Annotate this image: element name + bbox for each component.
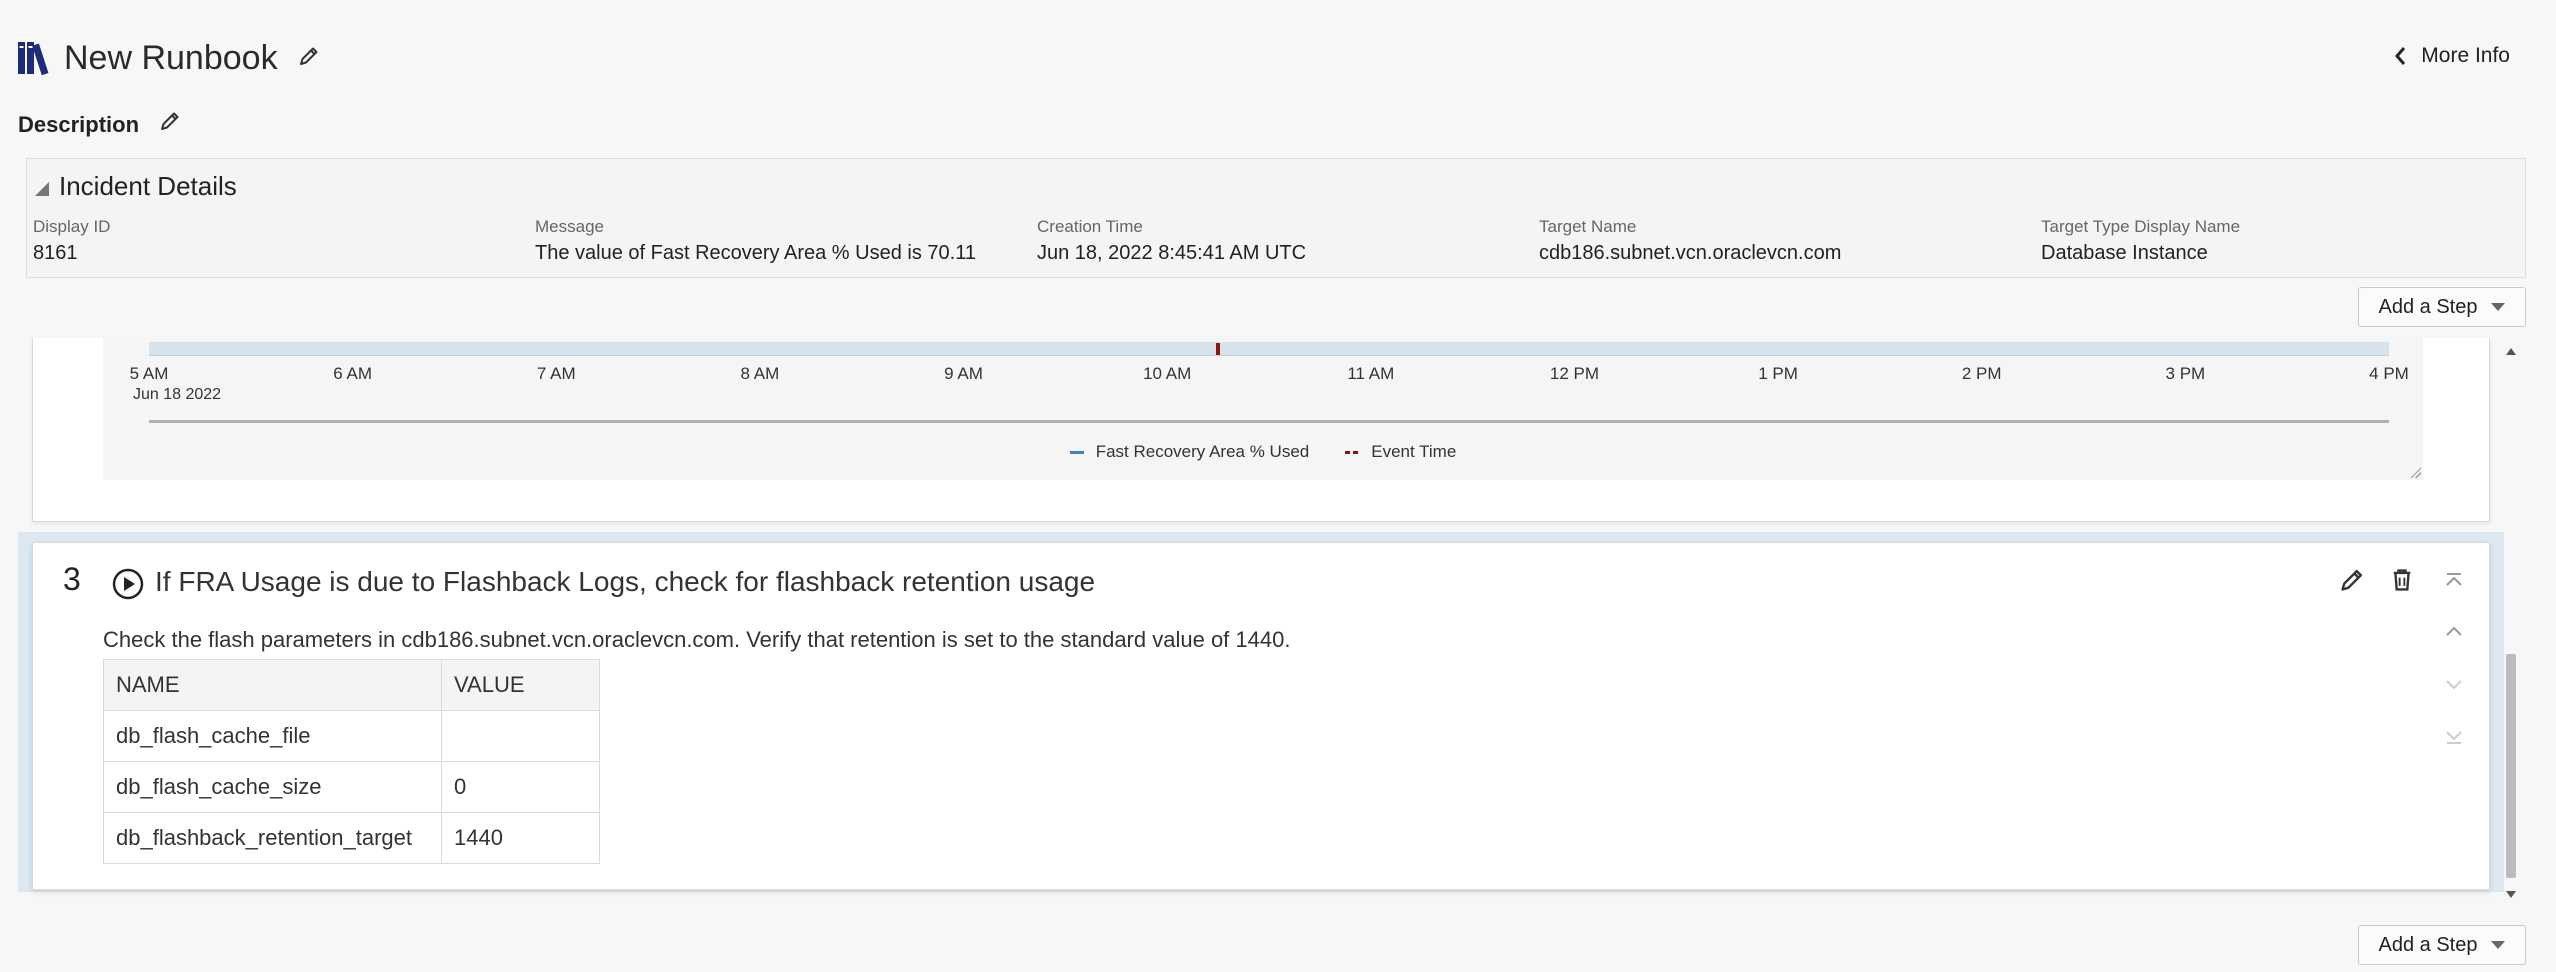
field-label: Target Type Display Name [2041, 217, 2241, 236]
field-label: Display ID [33, 217, 111, 236]
parameters-table: NAME VALUE db_flash_cache_file db_flash_… [103, 659, 600, 864]
chevron-left-icon [2395, 47, 2406, 65]
column-header-name[interactable]: NAME [103, 659, 442, 711]
step-title: If FRA Usage is due to Flashback Logs, c… [155, 566, 1096, 597]
x-tick-label: 8 AM [740, 364, 780, 383]
step-title-row: If FRA Usage is due to Flashback Logs, c… [111, 563, 1095, 601]
caret-down-icon [2491, 941, 2506, 949]
field-label: Target Name [1539, 217, 1637, 236]
event-time-marker [1216, 343, 1221, 355]
legend-label: Event Time [1371, 442, 1457, 461]
vertical-scrollbar[interactable] [2502, 338, 2520, 904]
play-circle-icon[interactable] [111, 567, 145, 601]
x-tick-label: 6 AM [333, 364, 372, 383]
field-label: Message [535, 217, 604, 236]
legend-line-swatch [1069, 450, 1084, 454]
more-info-label: More Info [2421, 44, 2510, 67]
cell-value: 1440 [441, 812, 600, 864]
table-header-row: NAME VALUE [103, 659, 600, 711]
step-card-3[interactable]: 3 If FRA Usage is due to Flashback Logs,… [32, 542, 2490, 890]
field-value: Jun 18, 2022 8:45:41 AM UTC [1037, 242, 1307, 264]
add-step-button[interactable]: Add a Step [2358, 287, 2526, 327]
fra-usage-chart: 5 AM 6 AM 7 AM 8 AM 9 AM 10 AM 11 AM 12 PM 1 PM 2… [103, 338, 2423, 480]
legend-item-event-time[interactable]: Event Time [1345, 442, 1456, 462]
step-actions [2315, 567, 2415, 593]
incident-details-panel: Incident Details Display ID 8161 Message… [26, 158, 2526, 278]
legend-label: Fast Recovery Area % Used [1095, 442, 1310, 461]
chevron-down-icon[interactable] [2441, 671, 2467, 697]
incident-field-display-id: Display ID 8161 [33, 217, 110, 265]
pencil-icon[interactable] [159, 110, 181, 132]
caret-down-icon [2491, 303, 2506, 311]
step-card-2: 5 AM 6 AM 7 AM 8 AM 9 AM 10 AM 11 AM 12 PM 1 PM 2… [32, 338, 2490, 522]
incident-field-target-name: Target Name cdb186.subnet.vcn.oraclevcn.… [1539, 217, 1841, 265]
column-header-value[interactable]: VALUE [441, 659, 600, 711]
x-tick-label: 1 PM [1758, 364, 1798, 383]
legend-item-fra-used[interactable]: Fast Recovery Area % Used [1069, 442, 1310, 462]
incident-field-target-type: Target Type Display Name Database Instan… [2041, 217, 2240, 265]
steps-scroll-panel[interactable]: 5 AM 6 AM 7 AM 8 AM 9 AM 10 AM 11 AM 12 PM 1 PM 2… [18, 338, 2504, 904]
chart-legend: Fast Recovery Area % Used Event Time [103, 442, 2423, 462]
x-tick-label: 10 AM [1143, 364, 1192, 383]
cell-value [441, 710, 600, 762]
scroll-down-arrow-icon[interactable] [2506, 891, 2516, 898]
cell-name: db_flash_cache_file [103, 710, 442, 762]
incident-details-title: Incident Details [59, 171, 237, 201]
resize-grip-icon[interactable] [2409, 466, 2421, 478]
pencil-icon[interactable] [298, 45, 320, 67]
incident-field-message: Message The value of Fast Recovery Area … [535, 217, 976, 265]
table-row: db_flash_cache_size 0 [103, 761, 600, 813]
x-tick-label: 7 AM [536, 364, 576, 383]
add-step-label: Add a Step [2378, 295, 2478, 318]
x-tick-label: 5 AM [129, 364, 169, 383]
step-number: 3 [63, 561, 81, 597]
chevron-up-icon[interactable] [2441, 619, 2467, 645]
table-row: db_flash_cache_file [103, 710, 600, 762]
x-tick-label: 2 PM [1961, 364, 2002, 383]
collapse-triangle-icon [35, 181, 49, 196]
x-tick-label: 12 PM [1549, 364, 1600, 383]
description-row: Description [18, 112, 181, 138]
cell-name: db_flash_cache_size [103, 761, 442, 813]
field-value: 8161 [33, 242, 78, 264]
chart-date-label: Jun 18 2022 [133, 386, 222, 403]
legend-dash-swatch [1345, 450, 1360, 454]
page-title: New Runbook [64, 38, 278, 77]
pencil-icon[interactable] [2339, 567, 2365, 593]
table-row: db_flashback_retention_target 1440 [103, 812, 600, 864]
scroll-thumb[interactable] [2506, 654, 2516, 878]
chart-axis-line [149, 420, 2389, 423]
scroll-up-arrow-icon[interactable] [2506, 348, 2516, 355]
field-value: The value of Fast Recovery Area % Used i… [535, 242, 976, 264]
field-label: Creation Time [1037, 217, 1143, 236]
field-value: cdb186.subnet.vcn.oraclevcn.com [1539, 242, 1842, 264]
incident-field-creation-time: Creation Time Jun 18, 2022 8:45:41 AM UT… [1037, 217, 1306, 265]
step-description: Check the flash parameters in cdb186.sub… [103, 627, 1291, 652]
add-step-button-bottom[interactable]: Add a Step [2358, 925, 2526, 965]
incident-details-toggle[interactable]: Incident Details [35, 171, 237, 202]
page-header: New Runbook [16, 34, 320, 82]
trash-icon[interactable] [2389, 567, 2415, 593]
move-to-bottom-icon[interactable] [2441, 723, 2467, 749]
cell-value: 0 [441, 761, 600, 813]
x-tick-label: 3 PM [2165, 364, 2206, 383]
x-tick-label: 9 AM [944, 364, 983, 383]
cell-name: db_flashback_retention_target [103, 812, 442, 864]
x-tick-label: 4 PM [2369, 364, 2409, 383]
runbook-books-icon [18, 42, 49, 76]
move-to-top-icon[interactable] [2441, 569, 2467, 595]
more-info-button[interactable]: More Info [2393, 44, 2510, 68]
field-value: Database Instance [2041, 242, 2208, 264]
add-step-label: Add a Step [2378, 933, 2478, 956]
chart-series-band [149, 342, 2389, 356]
x-tick-label: 11 AM [1347, 364, 1395, 383]
description-label: Description [18, 112, 140, 137]
